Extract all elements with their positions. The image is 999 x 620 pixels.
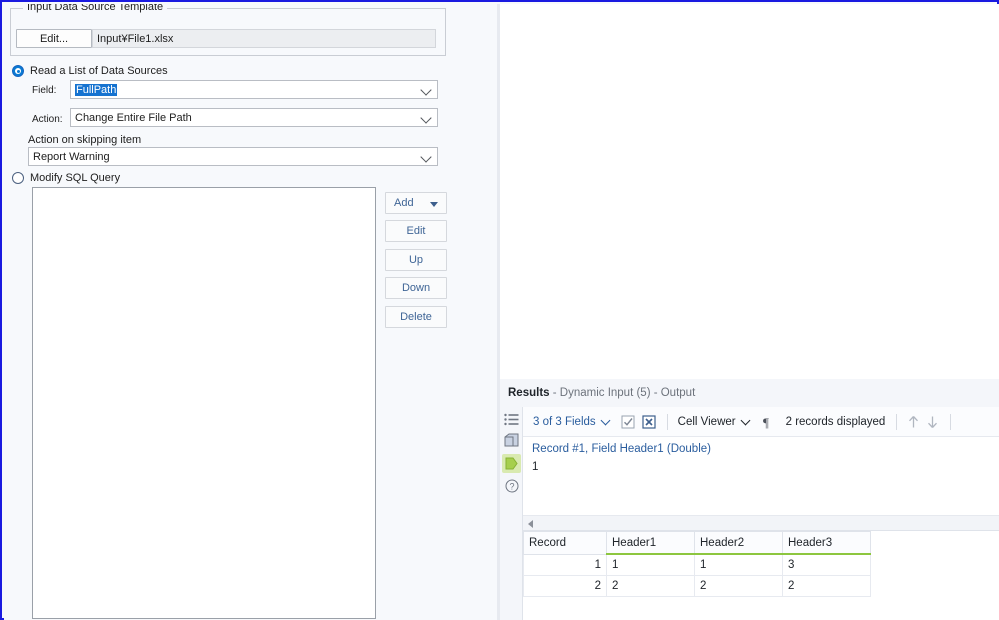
svg-text:¶: ¶ [763, 415, 769, 429]
arrow-down-icon [928, 416, 938, 428]
field-value: FullPath [75, 83, 118, 96]
fields-selector[interactable]: 3 of 3 Fields [533, 415, 611, 428]
column-header-header3[interactable]: Header3 [782, 531, 871, 555]
records-displayed-label: 2 records displayed [785, 415, 886, 428]
checkbox-icon [621, 415, 635, 428]
chevron-down-icon [420, 151, 432, 163]
group-title: Input Data Source Template [23, 4, 168, 13]
modify-sql-radio-label: Modify SQL Query [30, 172, 121, 184]
add-button[interactable]: Add [385, 192, 447, 214]
cell-header2[interactable]: 1 [694, 553, 783, 576]
toolbar-separator [666, 413, 668, 430]
action-combobox[interactable]: Change Entire File Path [70, 108, 438, 127]
action-value: Change Entire File Path [75, 111, 192, 124]
field-label: Field: [32, 85, 57, 96]
column-header-header2[interactable]: Header2 [694, 531, 783, 555]
close-box-icon [642, 414, 656, 429]
cell-header1[interactable]: 2 [606, 575, 695, 597]
modify-sql-radio-row[interactable]: Modify SQL Query [12, 172, 120, 184]
cell-header3[interactable]: 2 [782, 575, 871, 597]
toolbar-separator [950, 413, 952, 430]
cell-viewer-value: 1 [532, 461, 539, 473]
column-header-header1[interactable]: Header1 [606, 531, 695, 555]
results-body: 3 of 3 Fields Cell Viewer ¶ 2 records di… [522, 407, 999, 620]
list-icon[interactable] [503, 411, 520, 428]
select-all-fields-button[interactable] [621, 415, 635, 429]
read-list-radio-label: Read a List of Data Sources [30, 65, 168, 77]
cell-viewer[interactable]: Record #1, Field Header1 (Double) 1 [523, 437, 999, 519]
cell-viewer-header: Record #1, Field Header1 (Double) [532, 443, 711, 455]
chevron-down-icon [600, 415, 611, 425]
viewer-mode-selector[interactable]: Cell Viewer [677, 415, 751, 428]
pilcrow-toggle[interactable]: ¶ [763, 415, 773, 429]
toolbar-separator [896, 413, 898, 430]
cell-record[interactable]: 2 [523, 575, 607, 597]
results-icon-rail: ? [500, 407, 522, 620]
deselect-all-fields-button[interactable] [642, 414, 656, 429]
results-table: Record Header1 Header2 Header3 1 1 1 3 2… [523, 531, 871, 597]
results-title-sub: - Dynamic Input (5) - Output [549, 387, 696, 399]
horizontal-scrollbar[interactable] [523, 515, 999, 531]
template-path-field[interactable]: Input¥File1.xlsx [92, 29, 436, 48]
svg-text:?: ? [509, 481, 514, 491]
chevron-down-icon [420, 112, 432, 124]
cell-record[interactable]: 1 [523, 553, 607, 576]
chevron-down-icon [740, 415, 751, 425]
results-title-main: Results [508, 387, 550, 399]
edit-list-button[interactable]: Edit [385, 220, 447, 242]
results-grid[interactable]: Record Header1 Header2 Header3 1 1 1 3 2… [523, 531, 999, 620]
panel-icon[interactable] [503, 431, 520, 448]
sql-query-textarea[interactable] [32, 187, 376, 619]
help-icon[interactable]: ? [503, 477, 520, 494]
workflow-canvas[interactable]: *.xlsx Query=<List of Sheet Names> FullP… [500, 4, 999, 379]
pilcrow-icon: ¶ [763, 415, 769, 429]
application-window: Input Data Source Template Edit... Input… [0, 0, 999, 620]
table-header-row: Record Header1 Header2 Header3 [523, 531, 871, 555]
caret-down-icon [430, 202, 438, 207]
results-panel: Results - Dynamic Input (5) - Output ? 3… [500, 379, 999, 620]
read-list-radio[interactable] [12, 65, 24, 77]
edit-button[interactable]: Edit... [16, 29, 92, 48]
chevron-down-icon [420, 84, 432, 96]
delete-button[interactable]: Delete [385, 306, 447, 328]
results-title: Results - Dynamic Input (5) - Output [508, 387, 695, 399]
cell-header2[interactable]: 2 [694, 575, 783, 597]
scroll-left-icon[interactable] [528, 520, 533, 528]
action-label: Action: [32, 114, 63, 125]
add-button-label: Add [394, 197, 414, 209]
skipping-value: Report Warning [33, 150, 110, 163]
field-combobox[interactable]: FullPath [70, 80, 438, 99]
read-list-radio-row[interactable]: Read a List of Data Sources [12, 65, 168, 77]
table-row[interactable]: 1 1 1 3 [523, 553, 871, 576]
fields-selector-label: 3 of 3 Fields [533, 415, 596, 428]
cell-header1[interactable]: 1 [606, 553, 695, 576]
viewer-mode-label: Cell Viewer [677, 415, 736, 428]
config-panel: Input Data Source Template Edit... Input… [4, 4, 498, 620]
arrow-up-icon [909, 415, 919, 427]
skipping-label: Action on skipping item [28, 134, 142, 146]
skipping-combobox[interactable]: Report Warning [28, 147, 438, 166]
column-header-record[interactable]: Record [523, 531, 607, 555]
down-button[interactable]: Down [385, 277, 447, 299]
next-record-button[interactable] [926, 415, 939, 429]
table-row[interactable]: 2 2 2 2 [523, 575, 871, 597]
previous-record-button[interactable] [907, 415, 920, 429]
output-anchor-icon[interactable] [502, 454, 521, 473]
cell-header3[interactable]: 3 [782, 553, 871, 576]
modify-sql-radio[interactable] [12, 172, 24, 184]
up-button[interactable]: Up [385, 249, 447, 271]
results-toolbar: 3 of 3 Fields Cell Viewer ¶ 2 records di… [523, 407, 999, 437]
